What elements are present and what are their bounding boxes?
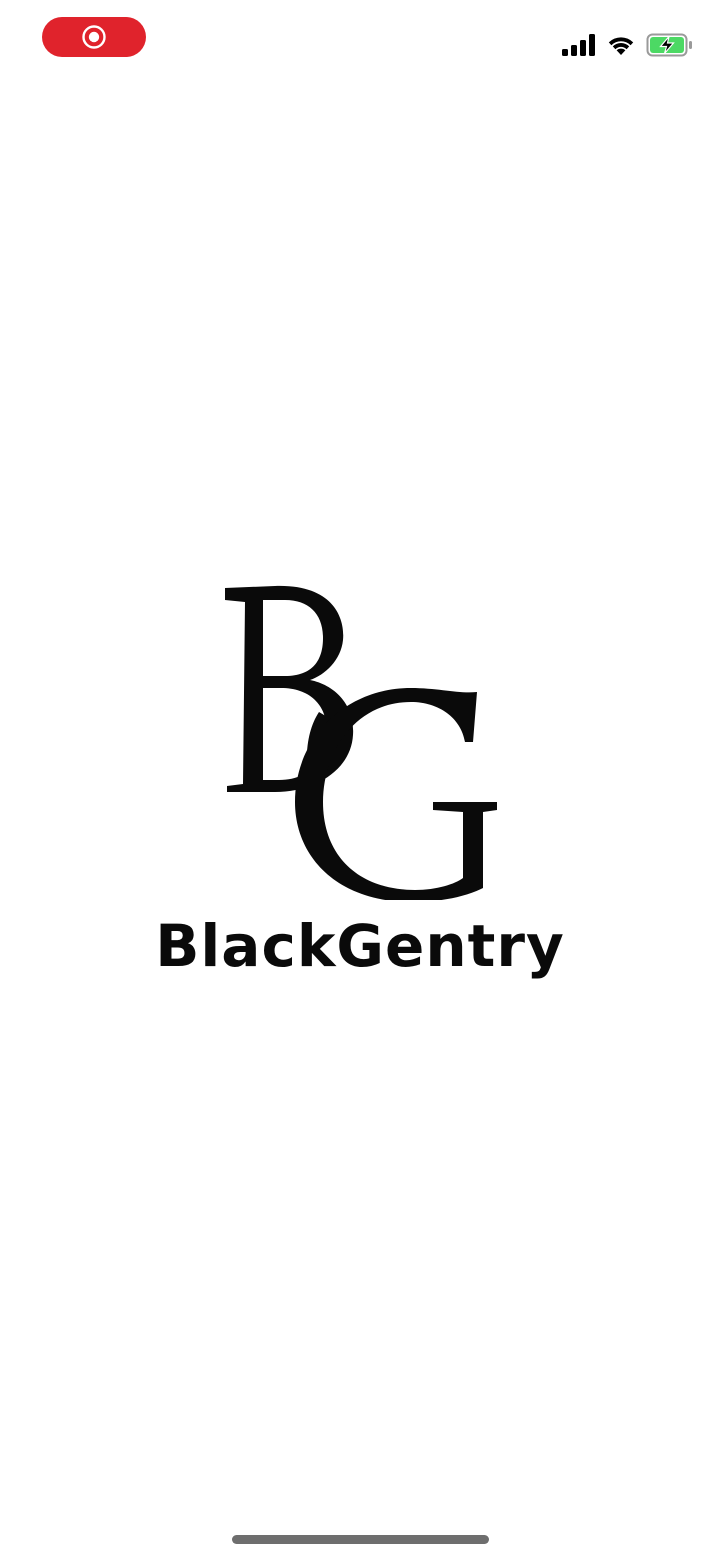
screen-recording-indicator[interactable] [42, 17, 146, 57]
brand-name: BlackGentry [155, 912, 565, 980]
battery-charging-icon [646, 33, 692, 57]
status-bar [0, 0, 720, 80]
status-icons [562, 30, 694, 60]
cellular-signal-icon [562, 34, 595, 56]
monogram-letter-g [295, 688, 497, 900]
bg-monogram-logo [225, 585, 497, 900]
splash-screen: BlackGentry [0, 0, 720, 1560]
home-indicator[interactable] [232, 1535, 489, 1544]
monogram-letter-b [225, 585, 354, 792]
brand-logo: BlackGentry [0, 560, 720, 1000]
wifi-icon [608, 37, 634, 55]
screen-record-icon [82, 25, 106, 49]
